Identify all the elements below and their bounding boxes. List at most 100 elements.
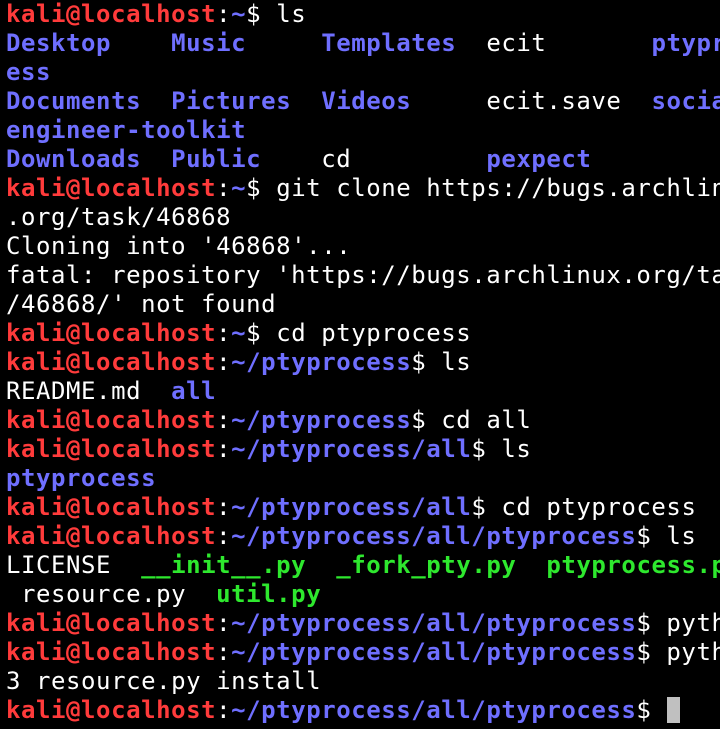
command-text: $ python — [636, 638, 720, 666]
command-text: $ cd ptyprocess — [471, 493, 697, 521]
file-entry: README.md — [6, 377, 172, 405]
terminal-line: kali@localhost:~/ptyprocess$ cd all — [6, 406, 720, 435]
terminal-line: Downloads Public cd pexpect — [6, 145, 720, 174]
prompt-path: ~/ptyprocess — [231, 348, 412, 376]
command-text: .org/task/46868 — [6, 203, 232, 231]
prompt-separator: : — [216, 435, 232, 463]
terminal-line: kali@localhost:~$ ls — [6, 0, 720, 29]
command-text: $ ls — [636, 522, 697, 550]
terminal-line: kali@localhost:~/ptyprocess/all/ptyproce… — [6, 638, 720, 667]
terminal-line: ptyprocess — [6, 464, 720, 493]
prompt-separator: : — [216, 638, 232, 666]
prompt-path: ~ — [231, 319, 247, 347]
terminal-line: .org/task/46868 — [6, 203, 720, 232]
prompt-user: kali@localhost — [6, 435, 217, 463]
command-text: $ ls — [246, 0, 307, 28]
prompt-separator: : — [216, 522, 232, 550]
directory-entry: Pictures — [171, 87, 292, 115]
prompt-separator: : — [216, 609, 232, 637]
directory-entry: Music — [171, 29, 247, 57]
directory-entry: Documents — [6, 87, 142, 115]
prompt-separator: : — [216, 696, 232, 724]
terminal-line: 3 resource.py install — [6, 667, 720, 696]
terminal-line: kali@localhost:~/ptyprocess/all/ptyproce… — [6, 609, 720, 638]
terminal-line: kali@localhost:~$ cd ptyprocess — [6, 319, 720, 348]
prompt-user: kali@localhost — [6, 696, 217, 724]
terminal-line: kali@localhost:~/ptyprocess/all$ cd ptyp… — [6, 493, 720, 522]
command-text: $ ls — [471, 435, 532, 463]
command-text: 3 resource.py install — [6, 667, 322, 695]
executable-entry: __init__.py — [141, 551, 307, 579]
directory-entry: all — [171, 377, 217, 405]
command-text: $ ls — [411, 348, 472, 376]
command-text: $ — [636, 696, 667, 724]
terminal-line: Cloning into '46868'... — [6, 232, 720, 261]
output-text: Cloning into '46868'... — [6, 232, 352, 260]
prompt-path: ~/ptyprocess — [231, 406, 412, 434]
directory-entry: Templates — [321, 29, 457, 57]
prompt-path: ~/ptyprocess/all — [231, 435, 472, 463]
prompt-user: kali@localhost — [6, 0, 217, 28]
terminal-line: kali@localhost:~/ptyprocess/all/ptyproce… — [6, 696, 720, 725]
output-text: /46868/' not found — [6, 290, 277, 318]
prompt-path: ~/ptyprocess/all/ptyprocess — [231, 522, 637, 550]
prompt-user: kali@localhost — [6, 609, 217, 637]
terminal-line: Documents Pictures Videos ecit.save soci… — [6, 87, 720, 116]
prompt-path: ~/ptyprocess/all/ptyprocess — [231, 638, 637, 666]
prompt-path: ~ — [231, 0, 247, 28]
directory-entry: pexpect — [486, 145, 592, 173]
prompt-path: ~/ptyprocess/all/ptyprocess — [231, 609, 637, 637]
file-entry: resource.py — [6, 580, 217, 608]
terminal-line: Desktop Music Templates ecit ptyproc — [6, 29, 720, 58]
terminal-line: LICENSE __init__.py _fork_pty.py ptyproc… — [6, 551, 720, 580]
command-text: $ cd all — [411, 406, 532, 434]
terminal-line: kali@localhost:~/ptyprocess/all$ ls — [6, 435, 720, 464]
terminal-line: fatal: repository 'https://bugs.archlinu… — [6, 261, 720, 290]
prompt-path: ~/ptyprocess/all/ptyprocess — [231, 696, 637, 724]
file-entry: LICENSE — [6, 551, 142, 579]
terminal-window[interactable]: kali@localhost:~$ ls Desktop Music Templa… — [0, 0, 720, 729]
text-cursor — [667, 697, 681, 723]
prompt-separator: : — [216, 319, 232, 347]
output-text: fatal: repository 'https://bugs.archlinu… — [6, 261, 720, 289]
terminal-line: README.md all — [6, 377, 720, 406]
file-entry: ecit — [456, 29, 652, 57]
terminal-line: kali@localhost:~/ptyprocess/all/ptyproce… — [6, 522, 720, 551]
prompt-user: kali@localhost — [6, 493, 217, 521]
directory-entry: Public — [171, 145, 262, 173]
prompt-user: kali@localhost — [6, 406, 217, 434]
command-text: $ cd ptyprocess — [246, 319, 472, 347]
directory-entry: Videos — [321, 87, 412, 115]
prompt-separator: : — [216, 348, 232, 376]
directory-entry: Desktop — [6, 29, 112, 57]
directory-entry: ptyprocess — [6, 464, 157, 492]
directory-entry: ptyproc — [651, 29, 720, 57]
prompt-separator: : — [216, 0, 232, 28]
prompt-path: ~/ptyprocess/all — [231, 493, 472, 521]
prompt-separator: : — [216, 174, 232, 202]
terminal-line: kali@localhost:~/ptyprocess$ ls — [6, 348, 720, 377]
executable-entry: ptyprocess.py — [546, 551, 720, 579]
file-entry: ecit.save — [411, 87, 652, 115]
executable-entry: _fork_pty.py — [336, 551, 517, 579]
terminal-line: kali@localhost:~$ git clone https://bugs… — [6, 174, 720, 203]
prompt-separator: : — [216, 493, 232, 521]
prompt-user: kali@localhost — [6, 174, 217, 202]
executable-entry: util.py — [216, 580, 322, 608]
directory-entry: social- — [651, 87, 720, 115]
command-text: $ python — [636, 609, 720, 637]
terminal-line: ess — [6, 58, 720, 87]
directory-entry: engineer-toolkit — [6, 116, 247, 144]
terminal-line: engineer-toolkit — [6, 116, 720, 145]
prompt-user: kali@localhost — [6, 638, 217, 666]
command-text: $ git clone https://bugs.archlinux — [246, 174, 720, 202]
terminal-line: resource.py util.py — [6, 580, 720, 609]
directory-entry: ess — [6, 58, 52, 86]
prompt-user: kali@localhost — [6, 522, 217, 550]
